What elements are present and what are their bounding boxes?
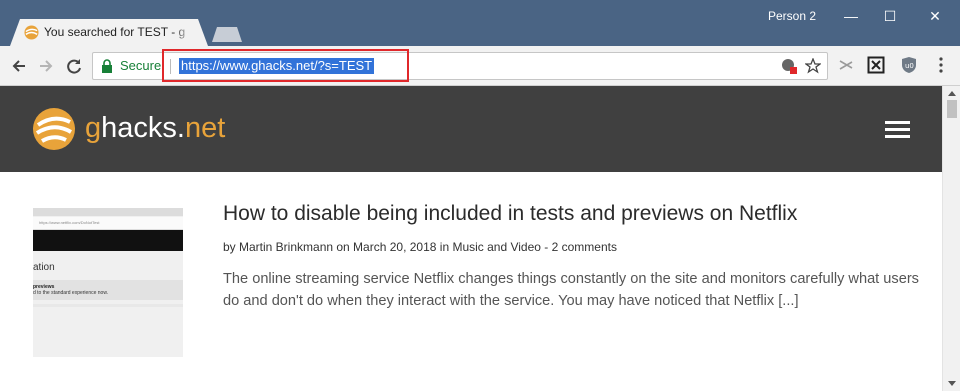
profile-name[interactable]: Person 2 [768, 9, 816, 23]
forward-icon[interactable] [35, 55, 57, 77]
ghacks-logo-icon[interactable] [33, 108, 75, 150]
thumbnail-heading: ation [33, 262, 55, 273]
thumbnail-line1: previews [33, 284, 55, 290]
brand-dot: . [176, 112, 185, 144]
browser-tab[interactable]: You searched for TEST - g [10, 19, 208, 46]
scrollbar-thumb[interactable] [947, 100, 957, 118]
tab-title: You searched for TEST - g [44, 25, 186, 39]
brand-g: g [85, 112, 102, 144]
post-thumbnail[interactable]: https://www.netflix.com/DoNotTest ation … [33, 208, 183, 357]
ublock-origin-icon[interactable]: u0 [900, 56, 918, 74]
site-header: ghacks.net [0, 86, 942, 172]
bookmark-star-icon[interactable] [805, 58, 821, 74]
scroll-down-icon[interactable] [948, 381, 956, 386]
menu-dots-icon[interactable] [934, 56, 948, 74]
extension-box-icon[interactable] [867, 56, 885, 74]
back-icon[interactable] [8, 55, 30, 77]
reload-icon[interactable] [63, 55, 85, 77]
url-highlight-box [162, 49, 409, 82]
vertical-scrollbar[interactable] [942, 86, 960, 391]
thumbnail-url: https://www.netflix.com/DoNotTest [39, 220, 100, 225]
hamburger-menu-icon[interactable] [885, 121, 910, 139]
post-excerpt: The online streaming service Netflix cha… [223, 271, 919, 309]
page-content: ghacks.net https://www.netflix.com/DoNot… [0, 86, 942, 391]
post-title-link[interactable]: How to disable being included in tests a… [223, 202, 797, 226]
lock-icon [102, 59, 112, 73]
svg-text:u0: u0 [905, 62, 914, 70]
security-label: Secure [120, 58, 162, 73]
new-tab-button[interactable] [212, 27, 242, 42]
ghacks-favicon-icon [24, 25, 39, 40]
maximize-button[interactable]: ☐ [875, 6, 905, 26]
thumbnail-line2: d to the standard experience now. [33, 290, 109, 296]
minimize-button[interactable]: — [836, 6, 866, 26]
browser-toolbar: Secure https://www.ghacks.net/?s=TEST [0, 46, 960, 86]
scroll-up-icon[interactable] [948, 91, 956, 96]
brand-hacks: hacks [101, 112, 177, 144]
close-button[interactable]: ✕ [920, 6, 950, 26]
browser-titlebar: You searched for TEST - g Person 2 — ☐ ✕ [0, 0, 960, 46]
site-brand[interactable]: ghacks.net [85, 112, 225, 145]
blocked-cookies-icon[interactable] [781, 58, 797, 74]
post-meta: by Martin Brinkmann on March 20, 2018 in… [223, 240, 617, 254]
brand-net: net [184, 112, 226, 144]
extension-scissors-icon[interactable] [837, 56, 855, 74]
